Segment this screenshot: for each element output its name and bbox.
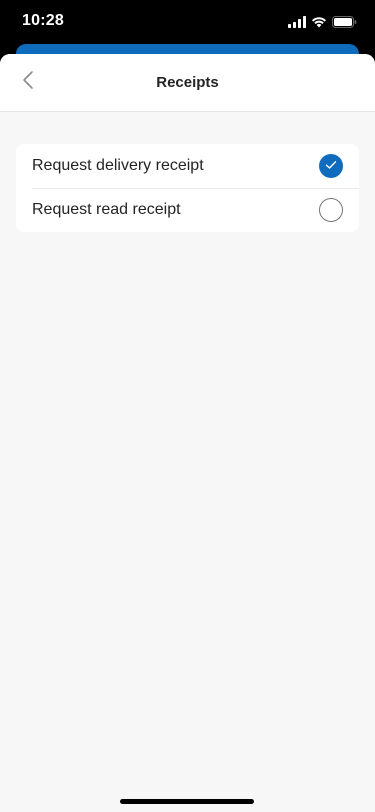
delivery-receipt-row[interactable]: Request delivery receipt — [16, 144, 359, 188]
status-time: 10:28 — [22, 12, 64, 29]
receipts-sheet: Receipts Request delivery receipt Reques… — [0, 54, 375, 812]
read-receipt-checkbox[interactable] — [319, 198, 343, 222]
checkmark-icon — [325, 157, 337, 175]
read-receipt-label: Request read receipt — [32, 201, 181, 218]
read-receipt-row[interactable]: Request read receipt — [16, 188, 359, 232]
signal-icon — [288, 15, 306, 33]
status-bar: 10:28 — [0, 0, 375, 44]
wifi-icon — [311, 15, 327, 33]
battery-icon — [332, 15, 357, 33]
receipts-card: Request delivery receipt Request read re… — [16, 144, 359, 232]
nav-bar: Receipts — [0, 54, 375, 112]
status-icons — [288, 15, 357, 33]
home-indicator — [120, 799, 254, 804]
delivery-receipt-checkbox[interactable] — [319, 154, 343, 178]
screen: 10:28 Receipts Request delivery receipt … — [0, 0, 375, 812]
delivery-receipt-label: Request delivery receipt — [32, 157, 204, 174]
page-title: Receipts — [156, 74, 219, 91]
